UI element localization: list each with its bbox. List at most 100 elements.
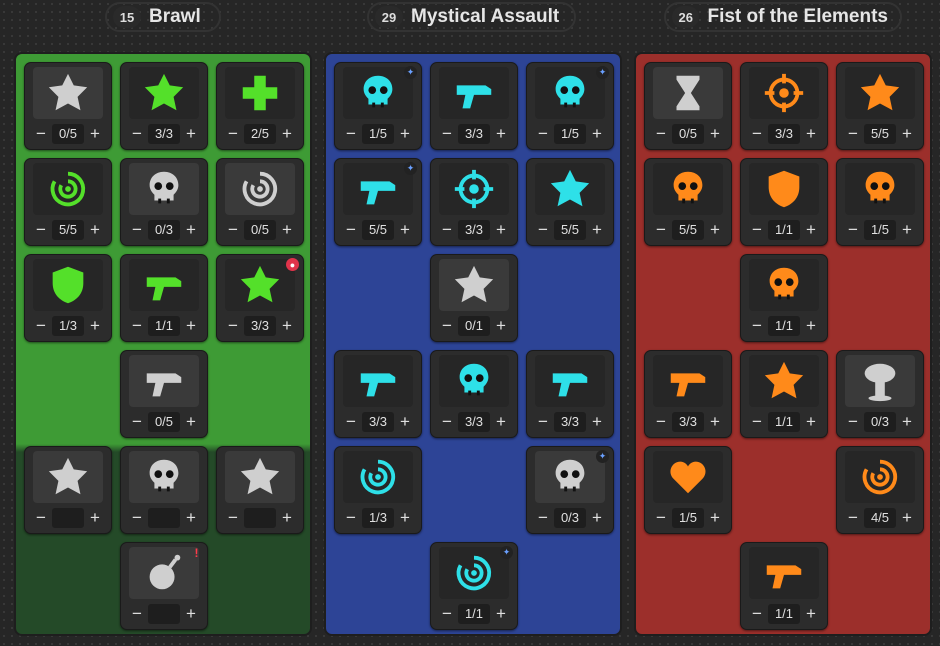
decrease-rank-button[interactable]: − <box>437 412 457 432</box>
increase-rank-button[interactable]: + <box>705 124 725 144</box>
skill-card[interactable]: −2/5 + <box>216 62 304 150</box>
decrease-rank-button[interactable]: − <box>747 412 767 432</box>
increase-rank-button[interactable]: + <box>181 220 201 240</box>
skill-card[interactable]: −5/5 + <box>526 158 614 246</box>
decrease-rank-button[interactable]: − <box>127 316 147 336</box>
increase-rank-button[interactable]: + <box>587 412 607 432</box>
decrease-rank-button[interactable]: − <box>223 316 243 336</box>
increase-rank-button[interactable]: + <box>85 316 105 336</box>
skill-card[interactable]: −5/5 + <box>644 158 732 246</box>
decrease-rank-button[interactable]: − <box>747 124 767 144</box>
increase-rank-button[interactable]: + <box>277 508 297 528</box>
skill-card[interactable]: ✦ −1/5 + <box>334 62 422 150</box>
decrease-rank-button[interactable]: − <box>437 220 457 240</box>
decrease-rank-button[interactable]: − <box>127 604 147 624</box>
skill-card[interactable]: −0/5 + <box>24 62 112 150</box>
decrease-rank-button[interactable]: − <box>533 508 553 528</box>
skill-card[interactable]: −4/5 + <box>836 446 924 534</box>
increase-rank-button[interactable]: + <box>85 124 105 144</box>
decrease-rank-button[interactable]: − <box>651 508 671 528</box>
increase-rank-button[interactable]: + <box>491 220 511 240</box>
decrease-rank-button[interactable]: − <box>747 220 767 240</box>
skill-card[interactable]: ✦ −5/5 + <box>334 158 422 246</box>
skill-card[interactable]: −3/3 + <box>120 62 208 150</box>
skill-card[interactable]: −1/3 + <box>334 446 422 534</box>
decrease-rank-button[interactable]: − <box>843 412 863 432</box>
skill-card[interactable]: ✦ −1/1 + <box>430 542 518 630</box>
skill-card[interactable]: −1/1 + <box>740 350 828 438</box>
decrease-rank-button[interactable]: − <box>651 412 671 432</box>
skill-card[interactable]: −3/3 + <box>740 62 828 150</box>
skill-card[interactable]: ! − + <box>120 542 208 630</box>
decrease-rank-button[interactable]: − <box>533 124 553 144</box>
increase-rank-button[interactable]: + <box>277 220 297 240</box>
skill-card[interactable]: −1/5 + <box>836 158 924 246</box>
increase-rank-button[interactable]: + <box>181 412 201 432</box>
skill-card[interactable]: −0/1 + <box>430 254 518 342</box>
increase-rank-button[interactable]: + <box>801 412 821 432</box>
increase-rank-button[interactable]: + <box>395 124 415 144</box>
decrease-rank-button[interactable]: − <box>437 124 457 144</box>
skill-card[interactable]: −5/5 + <box>836 62 924 150</box>
increase-rank-button[interactable]: + <box>897 508 917 528</box>
skill-card[interactable]: ● −3/3 + <box>216 254 304 342</box>
increase-rank-button[interactable]: + <box>705 412 725 432</box>
increase-rank-button[interactable]: + <box>395 220 415 240</box>
decrease-rank-button[interactable]: − <box>223 220 243 240</box>
decrease-rank-button[interactable]: − <box>747 316 767 336</box>
increase-rank-button[interactable]: + <box>897 124 917 144</box>
increase-rank-button[interactable]: + <box>181 124 201 144</box>
increase-rank-button[interactable]: + <box>395 412 415 432</box>
decrease-rank-button[interactable]: − <box>437 604 457 624</box>
decrease-rank-button[interactable]: − <box>127 508 147 528</box>
decrease-rank-button[interactable]: − <box>747 604 767 624</box>
increase-rank-button[interactable]: + <box>491 604 511 624</box>
increase-rank-button[interactable]: + <box>801 220 821 240</box>
decrease-rank-button[interactable]: − <box>31 220 51 240</box>
increase-rank-button[interactable]: + <box>85 220 105 240</box>
increase-rank-button[interactable]: + <box>181 316 201 336</box>
decrease-rank-button[interactable]: − <box>437 316 457 336</box>
skill-card[interactable]: ✦ −0/3 + <box>526 446 614 534</box>
skill-card[interactable]: −1/1 + <box>120 254 208 342</box>
skill-card[interactable]: −0/3 + <box>120 158 208 246</box>
increase-rank-button[interactable]: + <box>395 508 415 528</box>
increase-rank-button[interactable]: + <box>491 412 511 432</box>
decrease-rank-button[interactable]: − <box>533 220 553 240</box>
increase-rank-button[interactable]: + <box>801 124 821 144</box>
decrease-rank-button[interactable]: − <box>31 124 51 144</box>
increase-rank-button[interactable]: + <box>897 220 917 240</box>
decrease-rank-button[interactable]: − <box>341 124 361 144</box>
skill-card[interactable]: −0/5 + <box>216 158 304 246</box>
decrease-rank-button[interactable]: − <box>127 220 147 240</box>
increase-rank-button[interactable]: + <box>85 508 105 528</box>
decrease-rank-button[interactable]: − <box>533 412 553 432</box>
decrease-rank-button[interactable]: − <box>223 124 243 144</box>
skill-card[interactable]: −0/5 + <box>120 350 208 438</box>
skill-card[interactable]: − + <box>120 446 208 534</box>
skill-card[interactable]: − + <box>216 446 304 534</box>
decrease-rank-button[interactable]: − <box>341 220 361 240</box>
skill-card[interactable]: −1/1 + <box>740 542 828 630</box>
increase-rank-button[interactable]: + <box>277 124 297 144</box>
increase-rank-button[interactable]: + <box>587 220 607 240</box>
skill-card[interactable]: −3/3 + <box>430 62 518 150</box>
skill-card[interactable]: −0/5 + <box>644 62 732 150</box>
skill-card[interactable]: −1/5 + <box>644 446 732 534</box>
increase-rank-button[interactable]: + <box>705 220 725 240</box>
decrease-rank-button[interactable]: − <box>843 220 863 240</box>
increase-rank-button[interactable]: + <box>181 508 201 528</box>
increase-rank-button[interactable]: + <box>491 316 511 336</box>
skill-card[interactable]: −3/3 + <box>526 350 614 438</box>
decrease-rank-button[interactable]: − <box>651 220 671 240</box>
increase-rank-button[interactable]: + <box>587 508 607 528</box>
increase-rank-button[interactable]: + <box>491 124 511 144</box>
decrease-rank-button[interactable]: − <box>127 124 147 144</box>
skill-card[interactable]: −3/3 + <box>430 350 518 438</box>
skill-card[interactable]: − + <box>24 446 112 534</box>
decrease-rank-button[interactable]: − <box>651 124 671 144</box>
skill-card[interactable]: −1/1 + <box>740 254 828 342</box>
decrease-rank-button[interactable]: − <box>843 508 863 528</box>
decrease-rank-button[interactable]: − <box>341 412 361 432</box>
increase-rank-button[interactable]: + <box>705 508 725 528</box>
